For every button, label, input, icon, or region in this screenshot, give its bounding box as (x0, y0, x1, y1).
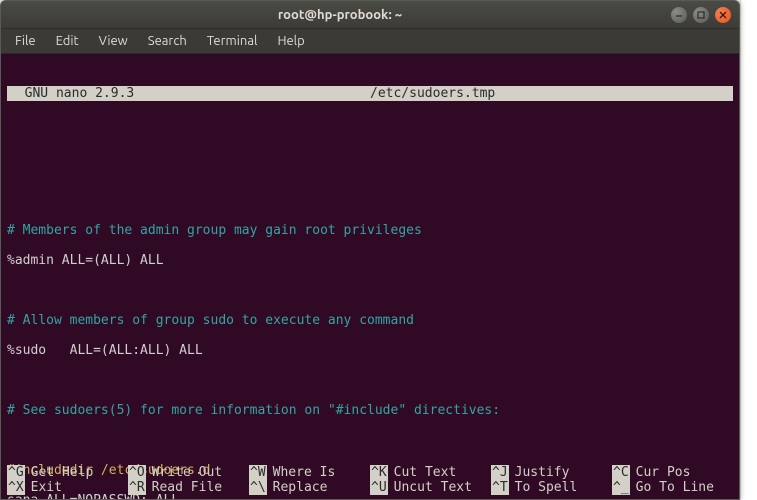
shortcut-justify: ^JJustify (491, 465, 612, 480)
shortcut-cut-text: ^KCut Text (370, 465, 491, 480)
minimize-button[interactable] (671, 7, 687, 23)
window-controls (671, 7, 731, 23)
comment-line: # Allow members of group sudo to execute… (7, 313, 733, 328)
nano-shortcut-bar: ^GGet Help ^OWrite Out ^WWhere Is ^KCut … (7, 465, 733, 495)
menubar: File Edit View Search Terminal Help (1, 29, 739, 54)
close-button[interactable] (715, 7, 731, 23)
shortcut-to-spell: ^TTo Spell (491, 480, 612, 495)
terminal-area[interactable]: GNU nano 2.9.3 /etc/sudoers.tmp # Member… (1, 54, 739, 499)
shortcut-cur-pos: ^CCur Pos (612, 465, 733, 480)
line (7, 193, 733, 208)
comment-line: # Members of the admin group may gain ro… (7, 223, 733, 238)
terminal-window: root@hp-probook: ~ File Edit View Search… (0, 0, 740, 500)
line (7, 433, 733, 448)
menu-help[interactable]: Help (269, 32, 312, 50)
menu-view[interactable]: View (91, 32, 136, 50)
window-titlebar[interactable]: root@hp-probook: ~ (1, 1, 739, 29)
shortcut-go-to-line: ^_Go To Line (612, 480, 733, 495)
line (7, 283, 733, 298)
nano-version: GNU nano 2.9.3 (9, 86, 134, 101)
shortcut-get-help: ^GGet Help (7, 465, 128, 480)
nano-header: GNU nano 2.9.3 /etc/sudoers.tmp (7, 86, 733, 101)
shortcut-write-out: ^OWrite Out (128, 465, 249, 480)
shortcut-replace: ^\Replace (249, 480, 370, 495)
line (7, 373, 733, 388)
background-sliver (740, 0, 757, 500)
maximize-button[interactable] (693, 7, 709, 23)
shortcut-exit: ^XExit (7, 480, 128, 495)
menu-file[interactable]: File (7, 32, 44, 50)
shortcut-uncut-text: ^UUncut Text (370, 480, 491, 495)
line: %sudo ALL=(ALL:ALL) ALL (7, 343, 733, 358)
nano-file-name: /etc/sudoers.tmp (370, 86, 495, 101)
shortcut-read-file: ^RRead File (128, 480, 249, 495)
comment-line: # See sudoers(5) for more information on… (7, 403, 733, 418)
menu-search[interactable]: Search (140, 32, 195, 50)
menu-terminal[interactable]: Terminal (199, 32, 266, 50)
shortcut-row-2: ^XExit ^RRead File ^\Replace ^UUncut Tex… (7, 480, 733, 495)
editor-body[interactable]: # Members of the admin group may gain ro… (7, 148, 733, 500)
menu-edit[interactable]: Edit (48, 32, 87, 50)
window-title: root@hp-probook: ~ (9, 8, 671, 22)
line (7, 163, 733, 178)
shortcut-where-is: ^WWhere Is (249, 465, 370, 480)
shortcut-row-1: ^GGet Help ^OWrite Out ^WWhere Is ^KCut … (7, 465, 733, 480)
line: %admin ALL=(ALL) ALL (7, 253, 733, 268)
